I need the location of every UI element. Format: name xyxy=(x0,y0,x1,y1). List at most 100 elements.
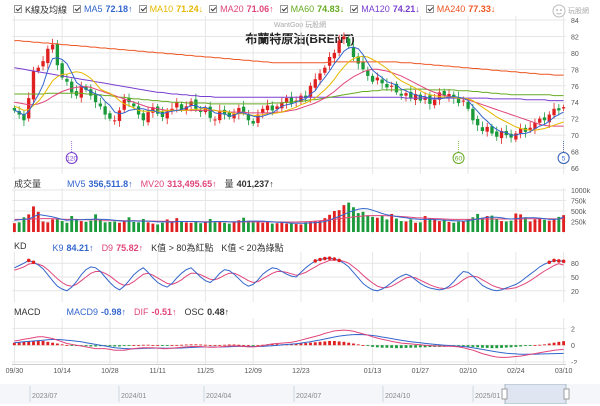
osc-bar[interactable] xyxy=(180,344,183,346)
osc-bar[interactable] xyxy=(552,342,556,346)
osc-bar[interactable] xyxy=(55,343,59,346)
osc-bar[interactable] xyxy=(165,345,169,346)
candle[interactable] xyxy=(256,109,260,128)
volume-bar[interactable] xyxy=(457,221,460,233)
volume-bar[interactable] xyxy=(84,221,88,232)
candle[interactable] xyxy=(117,107,122,127)
volume-bar[interactable] xyxy=(337,210,341,232)
candle[interactable] xyxy=(413,89,418,106)
candle[interactable] xyxy=(323,65,327,76)
candle[interactable] xyxy=(65,73,69,86)
volume-bar[interactable] xyxy=(399,221,403,232)
candle[interactable] xyxy=(146,106,150,126)
volume-bar[interactable] xyxy=(46,222,50,232)
osc-bar[interactable] xyxy=(543,344,546,346)
osc-bar[interactable] xyxy=(371,345,375,347)
volume-bar[interactable] xyxy=(60,221,64,232)
volume-bar[interactable] xyxy=(218,221,222,233)
osc-bar[interactable] xyxy=(127,345,131,346)
candle[interactable] xyxy=(394,81,399,95)
volume-bar[interactable] xyxy=(199,223,203,232)
volume-bar[interactable] xyxy=(108,221,112,232)
osc-bar[interactable] xyxy=(227,344,231,346)
osc-bar[interactable] xyxy=(490,345,494,349)
volume-bar[interactable] xyxy=(12,223,16,232)
osc-bar[interactable] xyxy=(141,344,145,346)
volume-bar[interactable] xyxy=(55,218,59,232)
volume-bar[interactable] xyxy=(251,222,255,232)
osc-bar[interactable] xyxy=(418,345,422,348)
macd-chart[interactable]: -202 xyxy=(0,318,600,364)
volume-bar[interactable] xyxy=(309,221,312,232)
volume-bar[interactable] xyxy=(414,222,417,232)
osc-bar[interactable] xyxy=(246,345,250,346)
osc-bar[interactable] xyxy=(476,345,480,348)
osc-bar[interactable] xyxy=(170,345,174,346)
osc-bar[interactable] xyxy=(218,345,222,346)
candle[interactable] xyxy=(504,125,508,139)
volume-bar[interactable] xyxy=(208,218,212,232)
volume-bar[interactable] xyxy=(409,219,413,232)
candle[interactable] xyxy=(456,91,461,107)
volume-bar[interactable] xyxy=(380,216,384,232)
volume-bar[interactable] xyxy=(447,221,451,232)
osc-bar[interactable] xyxy=(409,345,413,348)
osc-bar[interactable] xyxy=(132,345,136,346)
volume-bar[interactable] xyxy=(504,221,508,233)
osc-bar[interactable] xyxy=(189,344,193,346)
volume-bar[interactable] xyxy=(70,216,74,232)
volume-bar[interactable] xyxy=(98,218,102,232)
volume-bar[interactable] xyxy=(94,214,98,232)
candle[interactable] xyxy=(356,53,360,70)
osc-bar[interactable] xyxy=(156,345,160,346)
price-chart[interactable]: 666870727476788082841206020105 xyxy=(0,16,600,174)
candle[interactable] xyxy=(509,129,513,143)
volume-bar[interactable] xyxy=(528,221,532,233)
candle[interactable] xyxy=(222,105,227,120)
volume-bar[interactable] xyxy=(266,221,269,232)
candle[interactable] xyxy=(27,92,31,122)
volume-bar[interactable] xyxy=(89,220,93,232)
osc-bar[interactable] xyxy=(41,341,45,346)
osc-bar[interactable] xyxy=(208,345,212,346)
candle[interactable] xyxy=(108,110,112,122)
osc-bar[interactable] xyxy=(528,345,532,346)
volume-bar[interactable] xyxy=(180,221,183,233)
volume-bar[interactable] xyxy=(127,217,131,232)
volume-bar[interactable] xyxy=(75,219,78,232)
candle[interactable] xyxy=(98,97,103,110)
osc-bar[interactable] xyxy=(199,344,203,346)
candle[interactable] xyxy=(46,45,50,69)
candle[interactable] xyxy=(170,103,174,115)
volume-bar[interactable] xyxy=(79,221,83,232)
osc-bar[interactable] xyxy=(60,344,64,346)
volume-bar[interactable] xyxy=(213,222,217,232)
osc-bar[interactable] xyxy=(404,345,408,348)
osc-bar[interactable] xyxy=(399,345,403,349)
volume-bar[interactable] xyxy=(256,221,260,233)
legend-checkbox[interactable] xyxy=(350,5,359,13)
volume-bar[interactable] xyxy=(395,218,398,232)
osc-bar[interactable] xyxy=(151,345,155,346)
candle[interactable] xyxy=(485,122,489,137)
osc-bar[interactable] xyxy=(251,345,255,346)
volume-bar[interactable] xyxy=(223,222,226,232)
osc-bar[interactable] xyxy=(466,345,470,347)
osc-bar[interactable] xyxy=(113,345,117,347)
osc-bar[interactable] xyxy=(480,345,484,348)
volume-bar[interactable] xyxy=(452,222,456,232)
osc-bar[interactable] xyxy=(70,345,74,346)
volume-bar[interactable] xyxy=(523,217,527,232)
candle[interactable] xyxy=(366,66,370,81)
candle[interactable] xyxy=(31,66,36,105)
osc-bar[interactable] xyxy=(332,341,336,346)
osc-bar[interactable] xyxy=(347,342,351,346)
osc-bar[interactable] xyxy=(46,341,50,346)
volume-bar[interactable] xyxy=(547,220,551,232)
legend-checkbox[interactable] xyxy=(279,5,288,13)
volume-bar[interactable] xyxy=(203,221,207,232)
volume-bar[interactable] xyxy=(490,215,494,232)
candle[interactable] xyxy=(533,118,537,134)
osc-bar[interactable] xyxy=(36,340,40,346)
osc-bar[interactable] xyxy=(175,345,179,346)
